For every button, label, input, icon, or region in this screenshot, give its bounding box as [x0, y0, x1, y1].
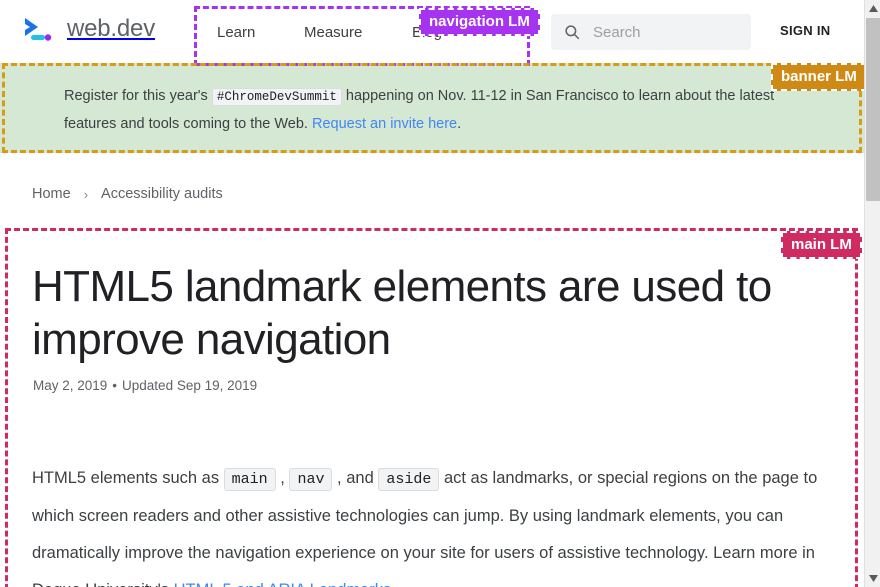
breadcrumb-separator-icon: › — [83, 186, 89, 202]
code-chip-nav: nav — [289, 468, 333, 491]
main-content: HTML5 landmark elements are used to impr… — [5, 228, 858, 587]
search-box[interactable] — [551, 14, 751, 50]
breadcrumb-item-home[interactable]: Home — [32, 186, 71, 202]
landmark-tag-main: main LM — [781, 231, 862, 259]
browser-viewport: web.dev Learn Measure Blog SIGN IN — [0, 0, 864, 587]
site-banner: Register for this year's #ChromeDevSummi… — [0, 63, 864, 153]
banner-invite-link[interactable]: Request an invite here — [312, 116, 457, 132]
paragraph-text-5: . — [391, 581, 396, 587]
nav-item-learn[interactable]: Learn — [217, 24, 255, 41]
page-title: HTML5 landmark elements are used to impr… — [32, 262, 772, 364]
scroll-down-arrow-icon[interactable] — [865, 570, 880, 587]
article-paragraph: HTML5 elements such as main , nav , and … — [32, 460, 827, 587]
landmark-tag-banner: banner LM — [771, 63, 864, 91]
deque-landmarks-link[interactable]: HTML 5 and ARIA Landmarks — [174, 581, 392, 587]
site-logo-text: web.dev — [67, 15, 155, 42]
site-logo[interactable]: web.dev — [22, 16, 155, 42]
banner-text-part3: . — [457, 116, 462, 132]
paragraph-text-2: , — [275, 469, 290, 487]
landmark-tag-navigation: navigation LM — [419, 8, 540, 36]
search-icon — [563, 23, 581, 41]
search-input[interactable] — [591, 22, 741, 42]
published-date: May 2, 2019 — [33, 378, 108, 393]
paragraph-text-3: , and — [332, 469, 379, 487]
breadcrumb-item-accessibility-audits[interactable]: Accessibility audits — [101, 186, 223, 202]
code-chip-aside: aside — [378, 468, 440, 491]
page-root: web.dev Learn Measure Blog SIGN IN — [0, 0, 880, 587]
banner-code-chip: #ChromeDevSummit — [211, 88, 342, 106]
vertical-scrollbar[interactable] — [864, 0, 880, 587]
scroll-up-arrow-icon[interactable] — [865, 0, 880, 17]
breadcrumb: Home › Accessibility audits — [32, 186, 223, 202]
code-chip-main: main — [223, 468, 276, 491]
webdev-chevron-logo-icon — [22, 16, 56, 42]
banner-text-part1: Register for this year's — [64, 88, 212, 104]
sign-in-button[interactable]: SIGN IN — [780, 23, 831, 38]
meta-separator: • — [112, 378, 118, 393]
article-meta: May 2, 2019 • Updated Sep 19, 2019 — [33, 378, 257, 393]
scrollbar-thumb[interactable] — [866, 18, 880, 201]
paragraph-text-1: HTML5 elements such as — [32, 469, 224, 487]
updated-date: Updated Sep 19, 2019 — [122, 378, 258, 393]
banner-text: Register for this year's #ChromeDevSummi… — [64, 83, 804, 138]
nav-item-measure[interactable]: Measure — [304, 24, 362, 41]
